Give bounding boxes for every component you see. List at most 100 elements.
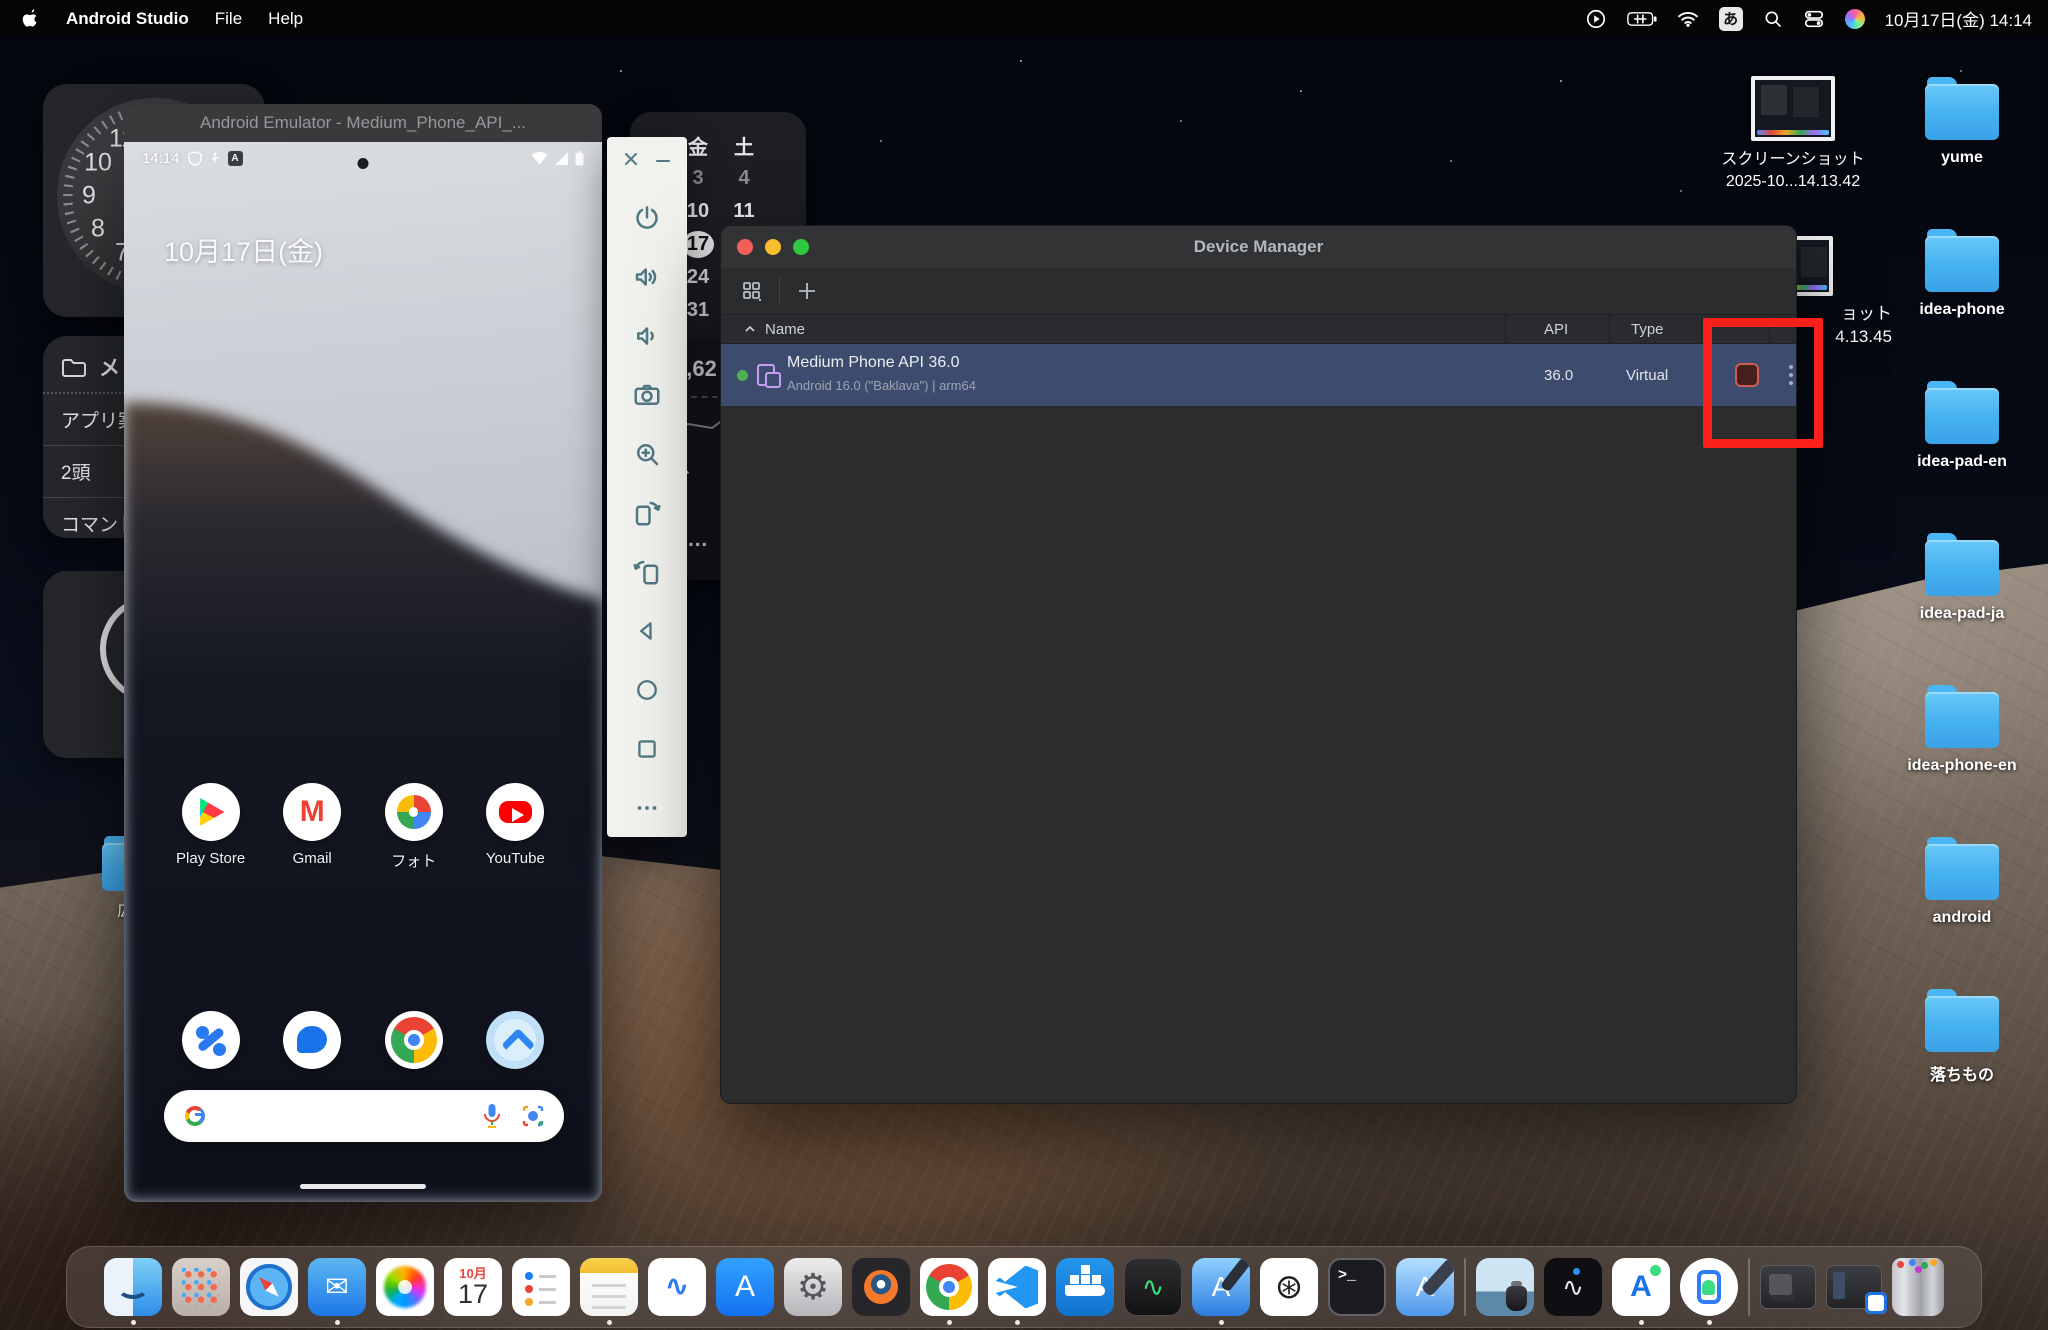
desktop-folder[interactable]: idea-pad-ja bbox=[1906, 540, 2018, 692]
zoom-button[interactable] bbox=[628, 435, 666, 473]
emulator-screen[interactable]: 14:14 A bbox=[124, 142, 602, 1202]
launchpad-icon[interactable] bbox=[172, 1258, 230, 1316]
phone-date-label: 10月17日(金) bbox=[164, 230, 323, 269]
virtual-device-icon bbox=[757, 364, 779, 386]
blender-icon[interactable] bbox=[852, 1258, 910, 1316]
menu-app-name[interactable]: Android Studio bbox=[66, 9, 189, 29]
system-settings-icon[interactable]: ⚙ bbox=[784, 1258, 842, 1316]
column-header-type[interactable]: Type bbox=[1631, 321, 1664, 338]
column-header-name[interactable]: Name bbox=[765, 321, 805, 338]
safari-icon[interactable] bbox=[240, 1258, 298, 1316]
gmail-app[interactable]: M Gmail bbox=[269, 783, 355, 871]
volume-down-button[interactable] bbox=[628, 317, 666, 355]
spotlight-search-icon[interactable] bbox=[1763, 9, 1783, 29]
wifi-icon bbox=[531, 152, 548, 165]
desktop-folder[interactable]: yume bbox=[1906, 84, 2018, 236]
back-button[interactable] bbox=[628, 612, 666, 650]
freeform-icon[interactable]: ∿ bbox=[648, 1258, 706, 1316]
screenshot-button[interactable] bbox=[628, 376, 666, 414]
notes-icon[interactable] bbox=[580, 1258, 638, 1316]
activity-monitor-icon[interactable]: ∿ bbox=[1124, 1258, 1182, 1316]
control-center-icon[interactable] bbox=[1803, 8, 1825, 30]
home-indicator[interactable] bbox=[300, 1184, 426, 1189]
close-window-button[interactable] bbox=[737, 239, 753, 255]
assistant-app[interactable] bbox=[472, 1011, 558, 1069]
chrome-app[interactable] bbox=[371, 1011, 457, 1069]
desktop-folder[interactable]: idea-phone-en bbox=[1906, 692, 2018, 844]
volume-up-button[interactable] bbox=[628, 258, 666, 296]
desktop-folder[interactable]: idea-pad-en bbox=[1906, 388, 2018, 540]
stocks-icon[interactable]: ∿ bbox=[1544, 1258, 1602, 1316]
menu-file[interactable]: File bbox=[215, 9, 242, 29]
dock-divider[interactable] bbox=[1748, 1258, 1750, 1316]
desktop-folder[interactable]: 落ちもの bbox=[1906, 996, 2018, 1148]
emulator-minimize-button[interactable] bbox=[653, 149, 673, 174]
terminal-icon[interactable]: >_ bbox=[1328, 1258, 1386, 1316]
signal-icon bbox=[554, 152, 569, 165]
folder-label: 落ちもの bbox=[1906, 1061, 2018, 1085]
play-store-app[interactable]: Play Store bbox=[168, 783, 254, 871]
xcode-icon[interactable]: A bbox=[1192, 1258, 1250, 1316]
device-row-selected[interactable]: Medium Phone API 36.0 Android 16.0 ("Bak… bbox=[721, 344, 1796, 406]
column-header-api[interactable]: API bbox=[1544, 321, 1568, 338]
android-emulator-icon[interactable] bbox=[1680, 1258, 1738, 1316]
docker-icon[interactable] bbox=[1056, 1258, 1114, 1316]
zoom-window-button[interactable] bbox=[793, 239, 809, 255]
desktop-folder[interactable]: android bbox=[1906, 844, 2018, 996]
minimize-window-button[interactable] bbox=[765, 239, 781, 255]
battery-charging-icon[interactable] bbox=[1627, 11, 1657, 27]
siri-icon[interactable] bbox=[1845, 9, 1865, 29]
more-options-button[interactable] bbox=[628, 789, 666, 827]
status-chip-icon: A bbox=[228, 151, 243, 166]
folder-icon bbox=[1925, 540, 1999, 596]
menu-clock[interactable]: 10月17日(金) 14:14 bbox=[1885, 6, 2032, 31]
screenshot-file-1[interactable]: スクリーンショット 2025-10...14.13.42 bbox=[1716, 76, 1870, 192]
photos-icon[interactable] bbox=[376, 1258, 434, 1316]
mail-icon[interactable]: ✉ bbox=[308, 1258, 366, 1316]
power-button[interactable] bbox=[628, 199, 666, 237]
rotate-right-button[interactable] bbox=[628, 553, 666, 591]
grid-view-button[interactable] bbox=[735, 274, 769, 308]
finder-icon[interactable] bbox=[104, 1258, 162, 1316]
dock-divider[interactable] bbox=[1464, 1258, 1466, 1316]
google-lens-icon[interactable] bbox=[520, 1103, 546, 1129]
app-store-icon[interactable]: A bbox=[716, 1258, 774, 1316]
overview-button[interactable] bbox=[628, 730, 666, 768]
mic-icon[interactable] bbox=[482, 1103, 502, 1129]
folder-label: idea-phone bbox=[1906, 301, 2018, 319]
folder-icon bbox=[1925, 388, 1999, 444]
menu-help[interactable]: Help bbox=[268, 9, 303, 29]
sort-ascending-icon[interactable] bbox=[743, 322, 757, 336]
trash-icon[interactable] bbox=[1892, 1258, 1944, 1316]
minimized-window-icon[interactable] bbox=[1760, 1265, 1816, 1309]
vscode-icon[interactable] bbox=[988, 1258, 1046, 1316]
screen-mirroring-icon[interactable] bbox=[1585, 8, 1607, 30]
device-manager-titlebar[interactable]: Device Manager bbox=[721, 226, 1796, 268]
wifi-icon[interactable] bbox=[1677, 11, 1699, 27]
messages-app[interactable] bbox=[269, 1011, 355, 1069]
chrome-icon[interactable] bbox=[920, 1258, 978, 1316]
android-studio-icon[interactable]: A bbox=[1612, 1258, 1670, 1316]
screenshot-thumbnail bbox=[1751, 76, 1835, 141]
chatgpt-icon[interactable]: ⊛ bbox=[1260, 1258, 1318, 1316]
youtube-app[interactable]: YouTube bbox=[472, 783, 558, 871]
apple-menu-icon[interactable] bbox=[22, 8, 40, 29]
reminders-icon[interactable] bbox=[512, 1258, 570, 1316]
preview-icon[interactable] bbox=[1476, 1258, 1534, 1316]
xcode-beta-icon[interactable]: A bbox=[1396, 1258, 1454, 1316]
google-photos-app[interactable]: フォト bbox=[371, 783, 457, 871]
calendar-icon[interactable]: 10月 17 bbox=[444, 1258, 502, 1316]
app-label: Gmail bbox=[269, 850, 355, 867]
minimized-window-android-icon[interactable] bbox=[1826, 1265, 1882, 1309]
rotate-left-button[interactable] bbox=[628, 494, 666, 532]
vpn-shield-icon bbox=[188, 151, 202, 166]
add-device-button[interactable] bbox=[790, 274, 824, 308]
desktop-folder[interactable]: idea-phone bbox=[1906, 236, 2018, 388]
emulator-close-button[interactable] bbox=[621, 149, 641, 174]
emulator-titlebar[interactable]: Android Emulator - Medium_Phone_API_... bbox=[124, 104, 602, 142]
home-button[interactable] bbox=[628, 671, 666, 709]
phone-app[interactable] bbox=[168, 1011, 254, 1069]
google-search-bar[interactable] bbox=[164, 1090, 564, 1142]
input-source-icon[interactable]: あ bbox=[1719, 7, 1743, 31]
folder-icon bbox=[1925, 84, 1999, 140]
